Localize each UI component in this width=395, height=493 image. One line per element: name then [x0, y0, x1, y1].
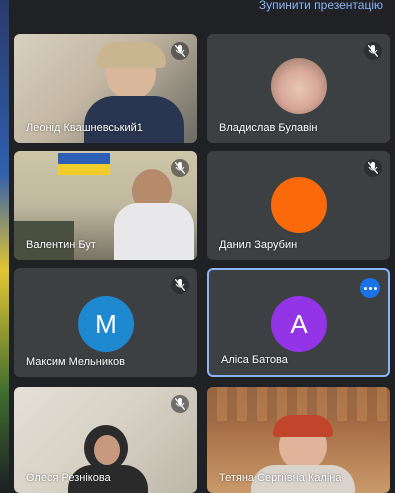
mic-off-icon	[171, 276, 189, 294]
participant-tile[interactable]: Валентин Бут	[14, 151, 197, 260]
avatar-letter: A	[290, 308, 308, 339]
mic-off-icon	[364, 159, 382, 177]
presentation-bar: Зупинити презентацію	[9, 0, 395, 22]
participant-avatar: A	[271, 296, 327, 352]
mic-off-icon	[171, 42, 189, 60]
mic-off-icon	[364, 42, 382, 60]
participant-name: Владислав Булавін	[219, 122, 318, 134]
mic-off-icon	[171, 395, 189, 413]
participant-tile[interactable]: M Максим Мельников	[14, 268, 197, 377]
participant-name: Валентин Бут	[26, 239, 96, 251]
participant-name: Максим Мельников	[26, 356, 125, 368]
participant-tile[interactable]: Владислав Булавін	[207, 34, 390, 143]
participant-avatar	[271, 177, 327, 233]
participant-tile[interactable]: Тетяна Сергіївна Каліна	[207, 387, 390, 493]
participant-tile[interactable]: Олеся Резнікова	[14, 387, 197, 493]
avatar-letter: M	[95, 308, 117, 339]
participant-name: Аліса Батова	[221, 354, 288, 366]
participant-tile-active[interactable]: A Аліса Батова	[207, 268, 390, 377]
mic-off-icon	[171, 159, 189, 177]
participant-avatar: M	[78, 296, 134, 352]
stop-presentation-link[interactable]: Зупинити презентацію	[259, 0, 383, 12]
participant-name: Олеся Резнікова	[26, 472, 111, 484]
more-options-button[interactable]	[360, 278, 380, 298]
background-strip	[0, 0, 9, 493]
participant-name: Тетяна Сергіївна Каліна	[219, 472, 342, 484]
participant-name: Данил Зарубин	[219, 239, 298, 251]
participant-tile[interactable]: Леонід Квашневський1	[14, 34, 197, 143]
participant-tile[interactable]: Данил Зарубин	[207, 151, 390, 260]
participant-name: Леонід Квашневський1	[26, 122, 143, 134]
